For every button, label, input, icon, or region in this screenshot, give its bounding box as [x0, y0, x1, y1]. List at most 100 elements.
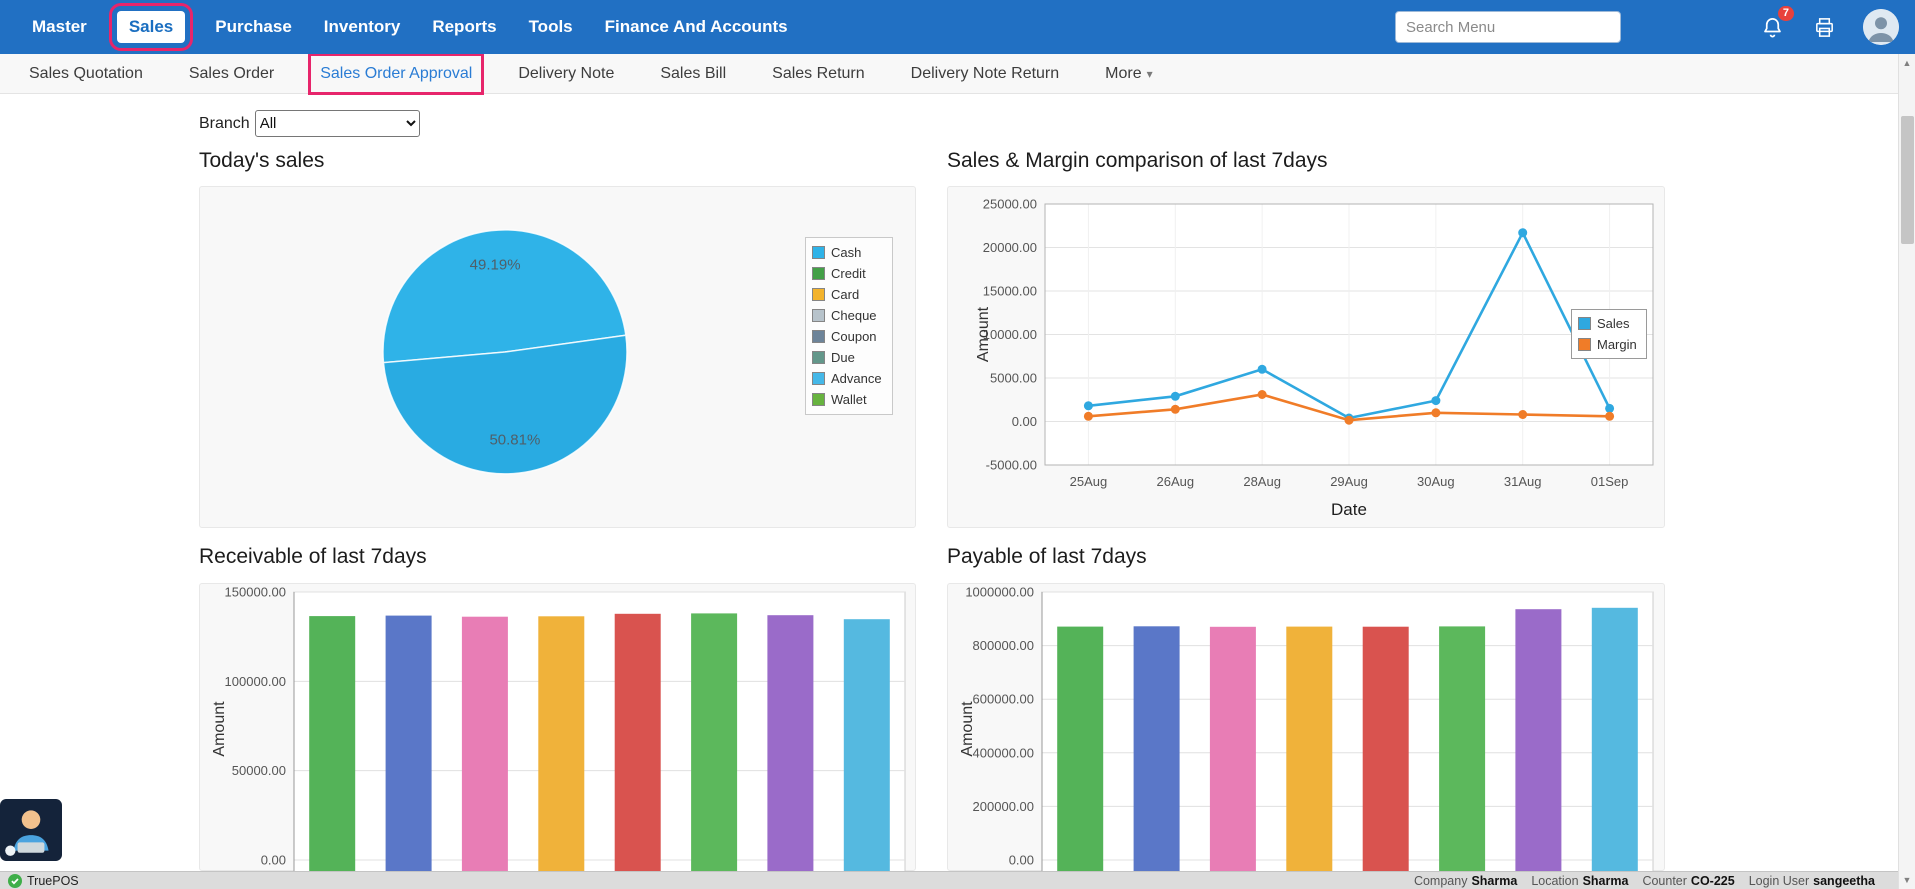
- branch-filter: Branch All: [199, 110, 420, 137]
- legend-swatch-icon: [1578, 317, 1591, 330]
- legend-item-credit[interactable]: Credit: [812, 263, 886, 284]
- bar-1: [386, 616, 432, 872]
- bar-7: [844, 619, 890, 872]
- subnav-item-more[interactable]: More ▾: [1103, 63, 1154, 85]
- legend-label: Credit: [831, 266, 866, 281]
- svg-text:800000.00: 800000.00: [973, 638, 1034, 653]
- bar-5: [691, 613, 737, 872]
- legend-swatch-icon: [812, 351, 825, 364]
- svg-text:28Aug: 28Aug: [1243, 474, 1281, 489]
- subnav-item-sales-order[interactable]: Sales Order: [187, 63, 276, 85]
- legend-label: Margin: [1597, 337, 1637, 352]
- legend-item-advance[interactable]: Advance: [812, 368, 886, 389]
- subnav-item-label: Delivery Note Return: [911, 65, 1060, 82]
- printer-icon: [1813, 16, 1836, 39]
- svg-text:Date: Date: [1331, 500, 1367, 519]
- sales-margin-line-chart: -5000.000.005000.0010000.0015000.0020000…: [948, 187, 1666, 529]
- branch-select[interactable]: All: [255, 110, 420, 137]
- legend-item-margin[interactable]: Margin: [1578, 334, 1640, 355]
- svg-text:29Aug: 29Aug: [1330, 474, 1368, 489]
- topbar-right: 7: [1395, 9, 1899, 45]
- print-button[interactable]: [1811, 14, 1837, 40]
- svg-text:0.00: 0.00: [261, 853, 286, 868]
- legend-label: Sales: [1597, 316, 1630, 331]
- sub-nav: Sales Quotation Sales Order Sales Order Ap…: [0, 54, 1898, 94]
- nav-item-inventory[interactable]: Inventory: [322, 13, 403, 41]
- svg-text:0.00: 0.00: [1012, 414, 1037, 429]
- subnav-item-sales-return[interactable]: Sales Return: [770, 63, 867, 85]
- brand: TruePOS: [8, 874, 79, 888]
- vertical-scrollbar[interactable]: ▲ ▼: [1898, 54, 1915, 889]
- chevron-down-icon: ▾: [1147, 67, 1153, 81]
- legend-item-coupon[interactable]: Coupon: [812, 326, 886, 347]
- legend-label: Cheque: [831, 308, 877, 323]
- scrollbar-thumb[interactable]: [1901, 116, 1914, 244]
- subnav-item-delivery-note-return[interactable]: Delivery Note Return: [909, 63, 1062, 85]
- svg-text:31Aug: 31Aug: [1504, 474, 1542, 489]
- legend-item-due[interactable]: Due: [812, 347, 886, 368]
- nav-item-reports[interactable]: Reports: [430, 13, 498, 41]
- subnav-item-label: More: [1105, 65, 1141, 82]
- subnav-item-delivery-note[interactable]: Delivery Note: [516, 63, 616, 85]
- user-avatar[interactable]: [1863, 9, 1899, 45]
- footer-field-label: Login User: [1749, 874, 1809, 888]
- nav-item-master[interactable]: Master: [30, 13, 89, 41]
- footer-field-value: Sharma: [1471, 874, 1517, 888]
- bar-0: [309, 616, 355, 872]
- status-bar: TruePOS CompanySharmaLocationSharmaCount…: [0, 871, 1915, 889]
- scroll-down-icon[interactable]: ▼: [1899, 875, 1915, 885]
- legend-swatch-icon: [812, 267, 825, 280]
- notifications-button[interactable]: 7: [1759, 14, 1785, 40]
- subnav-item-sales-quotation[interactable]: Sales Quotation: [27, 63, 145, 85]
- branch-label: Branch: [199, 115, 250, 133]
- legend-item-card[interactable]: Card: [812, 284, 886, 305]
- nav-item-purchase[interactable]: Purchase: [213, 13, 294, 41]
- payable-bar-chart: 0.00200000.00400000.00600000.00800000.00…: [948, 584, 1666, 872]
- receivable-title: Receivable of last 7days: [199, 545, 427, 569]
- user-avatar-icon: [1863, 9, 1899, 45]
- bar-4: [615, 614, 661, 872]
- bar-1: [1134, 626, 1180, 872]
- bar-2: [1210, 627, 1256, 872]
- svg-text:30Aug: 30Aug: [1417, 474, 1455, 489]
- sales-margin-panel: -5000.000.005000.0010000.0015000.0020000…: [947, 186, 1665, 528]
- legend-item-wallet[interactable]: Wallet: [812, 389, 886, 410]
- bar-4: [1363, 627, 1409, 872]
- nav-item-finance-and-accounts[interactable]: Finance And Accounts: [603, 13, 790, 41]
- svg-text:20000.00: 20000.00: [983, 240, 1037, 255]
- footer-field-label: Location: [1531, 874, 1578, 888]
- legend-item-cheque[interactable]: Cheque: [812, 305, 886, 326]
- subnav-item-label: Sales Order Approval: [320, 65, 472, 82]
- subnav-item-sales-bill[interactable]: Sales Bill: [658, 63, 728, 85]
- legend-swatch-icon: [812, 246, 825, 259]
- receivable-panel: 0.0050000.00100000.00150000.00Amount: [199, 583, 916, 871]
- session-info: CompanySharmaLocationSharmaCounterCO-225…: [1414, 874, 1875, 888]
- bar-5: [1439, 626, 1485, 872]
- legend-item-cash[interactable]: Cash: [812, 242, 886, 263]
- nav-item-sales[interactable]: Sales: [117, 11, 185, 43]
- help-mascot[interactable]: [0, 799, 62, 861]
- mascot-icon: [0, 799, 62, 861]
- svg-text:1000000.00: 1000000.00: [965, 585, 1034, 600]
- scroll-up-icon[interactable]: ▲: [1899, 58, 1915, 68]
- svg-text:150000.00: 150000.00: [225, 585, 286, 600]
- svg-text:Amount: Amount: [211, 701, 228, 757]
- svg-text:01Sep: 01Sep: [1591, 474, 1629, 489]
- svg-text:600000.00: 600000.00: [973, 692, 1034, 707]
- legend-label: Wallet: [831, 392, 867, 407]
- footer-company: CompanySharma: [1414, 874, 1517, 888]
- footer-field-value: Sharma: [1583, 874, 1629, 888]
- subnav-item-sales-order-approval[interactable]: Sales Order Approval: [318, 63, 474, 85]
- nav-item-tools[interactable]: Tools: [527, 13, 575, 41]
- search-menu-input[interactable]: [1395, 11, 1621, 43]
- online-status-icon: [8, 874, 22, 888]
- footer-field-value: sangeetha: [1813, 874, 1875, 888]
- bar-7: [1592, 608, 1638, 872]
- legend-swatch-icon: [812, 393, 825, 406]
- receivable-bar-chart: 0.0050000.00100000.00150000.00Amount: [200, 584, 917, 872]
- bar-6: [767, 615, 813, 872]
- subnav-item-label: Sales Bill: [660, 65, 726, 82]
- legend-label: Advance: [831, 371, 882, 386]
- legend-item-sales[interactable]: Sales: [1578, 313, 1640, 334]
- legend-swatch-icon: [812, 330, 825, 343]
